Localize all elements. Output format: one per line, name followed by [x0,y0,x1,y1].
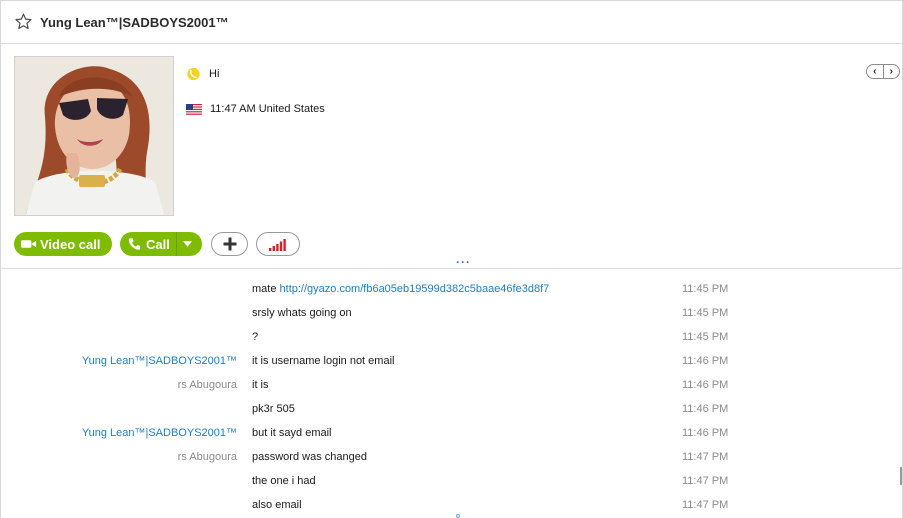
chat-message-row: rs Abugoura it is 11:46 PM [1,374,902,398]
message-sender[interactable]: rs Abugoura [178,379,237,391]
chat-message-row: the one i had 11:47 PM [1,470,902,494]
message-text: srsly whats going on [252,307,352,319]
message-timestamp: 11:45 PM [682,307,729,319]
skype-status-icon [187,67,200,81]
chat-history[interactable]: mate http://gyazo.com/fb6a05eb19599d382c… [1,269,902,518]
scrollbar-thumb[interactable] [900,467,902,485]
message-text: mate http://gyazo.com/fb6a05eb19599d382c… [252,283,549,295]
message-link[interactable]: http://gyazo.com/fb6a05eb19599d382c5baae… [280,283,550,295]
message-timestamp: 11:47 PM [682,499,729,511]
chat-message-row: Yung Lean™|SADBOYS2001™ but it sayd emai… [1,422,902,446]
message-timestamp: 11:46 PM [682,355,729,367]
chat-message-row: mate http://gyazo.com/fb6a05eb19599d382c… [1,278,902,302]
call-label: Call [146,236,170,252]
message-text: the one i had [252,475,316,487]
avatar-portrait-image [15,57,173,215]
message-timestamp: 11:47 PM [682,451,729,463]
conversation-header: Yung Lean™|SADBOYS2001™ [1,1,902,44]
local-time-row: 11:47 AM United States [186,102,325,116]
contact-nav-arrows: ‹ › [866,64,900,79]
message-text: it is username login not email [252,355,395,367]
message-text-body: mate [252,283,280,295]
video-call-label: Video call [40,236,101,252]
chevron-down-icon[interactable] [183,241,192,247]
message-sender[interactable]: rs Abugoura [178,451,237,463]
chat-message-row: rs Abugoura password was changed 11:47 P… [1,446,902,470]
contact-avatar[interactable] [14,56,174,216]
chat-message-row: srsly whats going on 11:45 PM [1,302,902,326]
message-timestamp: 11:46 PM [682,379,729,391]
message-sender[interactable]: Yung Lean™|SADBOYS2001™ [82,355,237,367]
local-time-text: 11:47 AM United States [210,103,325,115]
message-text: password was changed [252,451,367,463]
us-flag-icon [186,103,202,115]
chat-message-row: ? 11:45 PM [1,326,902,350]
mood-message-row: Hi [186,67,219,81]
phone-icon [128,238,141,250]
previous-arrow-button[interactable]: ‹ [867,65,883,78]
chat-message-row: Yung Lean™|SADBOYS2001™ it is username l… [1,350,902,374]
contact-name-title: Yung Lean™|SADBOYS2001™ [40,15,229,30]
chat-message-row: pk3r 505 11:46 PM [1,398,902,422]
message-text: pk3r 505 [252,403,295,415]
message-text: it is [252,379,269,391]
message-text: also email [252,499,302,511]
message-text: ? [252,331,259,343]
chat-message-row: also email 11:47 PM [1,494,902,518]
call-button[interactable]: Call [120,232,202,256]
message-text: but it sayd email [252,427,332,439]
star-outline-icon[interactable] [15,13,32,30]
message-sender[interactable]: Yung Lean™|SADBOYS2001™ [82,427,237,439]
add-people-button[interactable] [211,232,248,256]
message-timestamp: 11:45 PM [682,283,729,295]
typing-indicator [456,514,460,518]
conversation-window: Yung Lean™|SADBOYS2001™ Hi 11:47 AM Unit… [0,0,903,518]
call-quality-button[interactable] [256,232,300,256]
message-timestamp: 11:47 PM [682,475,729,487]
plus-icon [223,237,236,251]
video-call-button[interactable]: Video call [14,232,112,256]
call-quality-icon [269,238,286,251]
message-timestamp: 11:46 PM [682,427,729,439]
mood-text: Hi [209,68,220,80]
call-split-divider [176,232,177,256]
video-camera-icon [20,240,37,248]
next-arrow-button[interactable]: › [882,65,900,78]
message-timestamp: 11:46 PM [682,403,729,415]
show-more-handle[interactable]: ··· [456,256,471,268]
message-timestamp: 11:45 PM [682,331,729,343]
